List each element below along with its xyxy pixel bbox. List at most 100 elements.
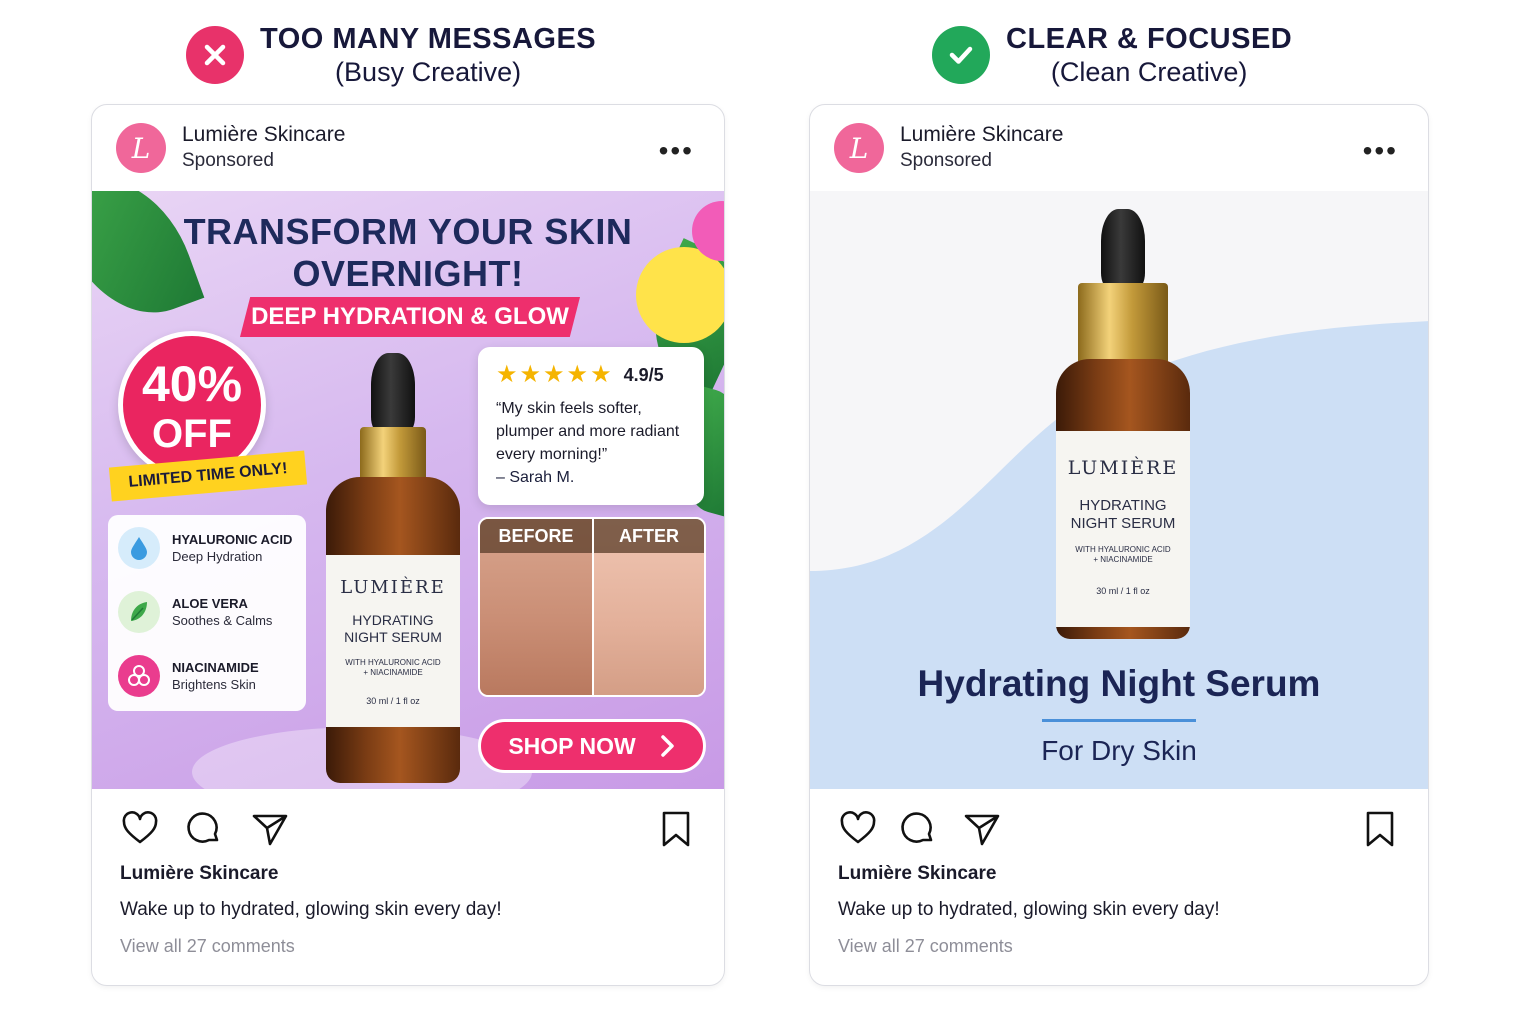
clean-post-card: L Lumière Skincare Sponsored ••• LUMIÈRE… <box>809 104 1429 986</box>
comment-icon[interactable] <box>184 809 224 849</box>
busy-headline: TRANSFORM YOUR SKIN OVERNIGHT! <box>92 211 724 295</box>
clean-header: CLEAR & FOCUSED (Clean Creative) <box>932 22 1292 88</box>
limited-time-banner: LIMITED TIME ONLY! <box>108 450 308 502</box>
bottle-name-line-1: HYDRATING <box>352 612 434 628</box>
serum-bottle: LUMIÈRE HYDRATING NIGHT SERUM WITH HYALU… <box>1056 209 1190 639</box>
bottle-label: LUMIÈRE HYDRATING NIGHT SERUM WITH HYALU… <box>326 555 460 727</box>
view-comments-link[interactable]: View all 27 comments <box>838 936 1013 957</box>
star-icon: ★ <box>496 361 518 388</box>
busy-creative[interactable]: TRANSFORM YOUR SKIN OVERNIGHT! DEEP HYDR… <box>92 191 724 789</box>
account-name[interactable]: Lumière Skincare <box>182 122 345 148</box>
droplet-icon <box>118 527 160 569</box>
product-subtitle: For Dry Skin <box>1041 735 1197 766</box>
molecule-icon <box>118 655 160 697</box>
sponsored-label: Sponsored <box>900 150 992 171</box>
bottle-with-line-1: WITH HYALURONIC ACID <box>345 657 441 667</box>
like-icon[interactable] <box>838 809 878 849</box>
gold-collar <box>1078 283 1168 365</box>
caption-account[interactable]: Lumière Skincare <box>120 863 278 885</box>
ingredient-benefit: Soothes & Calms <box>172 613 273 628</box>
title-divider <box>1042 719 1196 722</box>
ingredient-panel: HYALURONIC ACID Deep Hydration ALOE VERA… <box>108 515 306 711</box>
account-name[interactable]: Lumière Skincare <box>900 122 1063 148</box>
shop-now-label: SHOP NOW <box>508 732 636 759</box>
headline-line-2: OVERNIGHT! <box>292 253 524 294</box>
after-image: AFTER <box>592 519 704 695</box>
comparison-page: TOO MANY MESSAGES (Busy Creative) CLEAR … <box>0 0 1536 1024</box>
share-icon[interactable] <box>962 809 1002 849</box>
before-image: BEFORE <box>480 519 592 695</box>
bottle-label: LUMIÈRE HYDRATING NIGHT SERUM WITH HYALU… <box>1056 431 1190 627</box>
ingredient-name: HYALURONIC ACID <box>172 532 293 547</box>
bottle-with-line-2: + NIACINAMIDE <box>1093 555 1153 565</box>
clean-creative[interactable]: LUMIÈRE HYDRATING NIGHT SERUM WITH HYALU… <box>810 191 1428 789</box>
bottle-with-line-1: WITH HYALURONIC ACID <box>1075 545 1171 554</box>
post-header: L Lumière Skincare Sponsored ••• <box>810 105 1428 191</box>
post-header: L Lumière Skincare Sponsored ••• <box>92 105 724 191</box>
ingredient-benefit: Deep Hydration <box>172 549 263 564</box>
before-label: BEFORE <box>480 519 592 553</box>
bottle-brand: LUMIÈRE <box>340 577 446 598</box>
caption-text: Wake up to hydrated, glowing skin every … <box>838 899 1220 920</box>
x-icon <box>186 26 244 84</box>
bottle-volume: 30 ml / 1 fl oz <box>366 696 420 707</box>
ingredient-item: HYALURONIC ACID Deep Hydration <box>118 527 292 569</box>
avatar[interactable]: L <box>116 123 166 173</box>
discount-percent: 40% <box>141 356 243 412</box>
more-options-icon[interactable]: ••• <box>1363 135 1398 167</box>
share-icon[interactable] <box>250 809 290 849</box>
sponsored-label: Sponsored <box>182 150 274 171</box>
star-icon: ★ <box>543 361 565 388</box>
busy-subtitle: (Busy Creative) <box>335 57 522 87</box>
star-icon: ★ <box>566 361 589 388</box>
headline-line-1: TRANSFORM YOUR SKIN <box>183 211 633 252</box>
ingredient-name: ALOE VERA <box>172 596 248 611</box>
chevron-right-icon <box>660 735 674 757</box>
ingredient-benefit: Brightens Skin <box>172 677 256 692</box>
rating-value: 4.9/5 <box>623 364 664 385</box>
serum-bottle: LUMIÈRE HYDRATING NIGHT SERUM WITH HYALU… <box>326 353 460 783</box>
review-card: ★ ★ ★ ★ ★ 4.9/5 “My skin feels softer, p… <box>478 347 704 505</box>
star-icon: ★ <box>590 361 612 388</box>
caption-text: Wake up to hydrated, glowing skin every … <box>120 899 502 920</box>
view-comments-link[interactable]: View all 27 comments <box>120 936 295 957</box>
bookmark-icon[interactable] <box>656 809 696 849</box>
star-rating: ★ ★ ★ ★ ★ 4.9/5 <box>496 363 686 387</box>
ingredient-item: NIACINAMIDE Brightens Skin <box>118 655 259 697</box>
bottle-name-line-2: NIGHT SERUM <box>344 628 442 645</box>
dropper-bulb <box>371 353 415 433</box>
ingredient-name: NIACINAMIDE <box>172 660 259 675</box>
leaf-icon <box>118 591 160 633</box>
bookmark-icon[interactable] <box>1360 809 1400 849</box>
busy-title: TOO MANY MESSAGES <box>260 23 597 55</box>
post-actions <box>838 809 1400 853</box>
discount-off: OFF <box>152 412 232 456</box>
dropper-bulb <box>1101 209 1145 289</box>
clean-title: CLEAR & FOCUSED <box>1006 23 1293 55</box>
shop-now-button[interactable]: SHOP NOW <box>478 719 706 773</box>
bottle-volume: 30 ml / 1 fl oz <box>1096 585 1150 596</box>
star-icon: ★ <box>519 361 542 388</box>
more-options-icon[interactable]: ••• <box>659 135 694 167</box>
comment-icon[interactable] <box>898 809 938 849</box>
like-icon[interactable] <box>120 809 160 849</box>
bottle-name-line-1: HYDRATING <box>1079 497 1167 514</box>
after-label: AFTER <box>594 519 704 553</box>
post-actions <box>120 809 696 853</box>
busy-header: TOO MANY MESSAGES (Busy Creative) <box>186 22 596 88</box>
before-after-panel: BEFORE AFTER <box>478 517 706 697</box>
caption-account[interactable]: Lumière Skincare <box>838 863 996 885</box>
review-author: – Sarah M. <box>496 469 575 486</box>
product-title: Hydrating Night Serum <box>917 663 1321 704</box>
bottle-with-line-2: + NIACINAMIDE <box>363 667 423 677</box>
avatar[interactable]: L <box>834 123 884 173</box>
clean-subtitle: (Clean Creative) <box>1050 57 1248 87</box>
bottle-brand: LUMIÈRE <box>1067 457 1179 479</box>
check-icon <box>932 26 990 84</box>
review-quote: “My skin feels softer, plumper and more … <box>496 400 680 463</box>
bottle-name-line-2: NIGHT SERUM <box>1070 515 1176 532</box>
ingredient-item: ALOE VERA Soothes & Calms <box>118 591 272 633</box>
ribbon: DEEP HYDRATION & GLOW <box>240 297 580 337</box>
gold-collar <box>360 427 426 483</box>
busy-post-card: L Lumière Skincare Sponsored ••• TRANSFO… <box>91 104 725 986</box>
